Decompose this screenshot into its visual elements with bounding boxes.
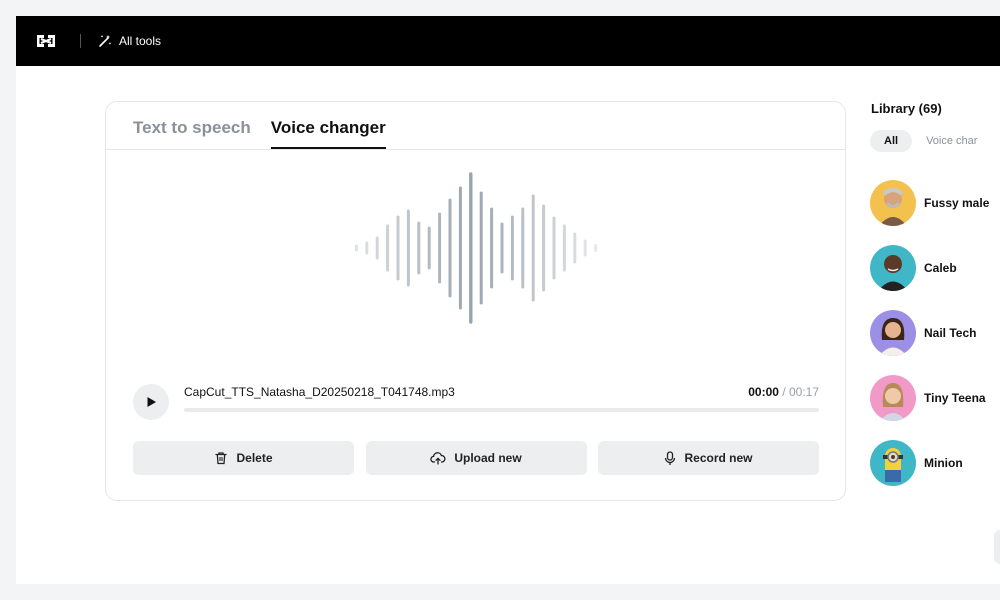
play-icon (147, 397, 156, 407)
voice-name: Nail Tech (924, 325, 977, 340)
voice-item[interactable]: Tiny Teena (870, 365, 1000, 430)
upload-new-button[interactable]: Upload new (365, 441, 587, 475)
action-buttons: Delete Upload new Record new (133, 441, 819, 475)
library-filters: All Voice char (870, 130, 1000, 152)
trash-icon (215, 452, 228, 465)
upload-new-label: Upload new (454, 451, 522, 465)
top-bar: All tools (16, 16, 1000, 66)
audio-waveform (354, 172, 598, 324)
playback-time: 00:00 / 00:17 (748, 385, 819, 399)
side-toggle-button[interactable] (994, 530, 1000, 564)
tab-voice-changer[interactable]: Voice changer (270, 118, 386, 149)
audio-player: CapCut_TTS_Natasha_D20250218_T041748.mp3… (133, 382, 819, 422)
current-time: 00:00 (748, 385, 779, 399)
audio-file-name: CapCut_TTS_Natasha_D20250218_T041748.mp3 (184, 385, 455, 399)
record-new-button[interactable]: Record new (598, 441, 819, 475)
avatar (870, 179, 916, 226)
voice-item[interactable]: Caleb (870, 235, 1000, 300)
voice-item[interactable]: Nail Tech (870, 300, 1000, 365)
library-title: Library (69) (871, 101, 942, 116)
cloud-upload-icon (430, 452, 446, 465)
voice-name: Fussy male (924, 195, 990, 210)
app-window: All tools Text to speech Voice changer C… (16, 16, 1000, 584)
all-tools-label: All tools (119, 34, 162, 48)
delete-label: Delete (236, 451, 273, 465)
voice-list: Fussy male Caleb Nail Tech Tiny Teena Mi… (870, 170, 1000, 495)
topbar-divider (80, 34, 81, 48)
voice-name: Tiny Teena (924, 390, 986, 405)
avatar (870, 439, 916, 486)
tab-bar: Text to speech Voice changer (106, 102, 845, 150)
voice-panel: Text to speech Voice changer CapCut_TTS_… (105, 101, 846, 501)
filter-all[interactable]: All (870, 130, 913, 152)
all-tools-button[interactable]: All tools (97, 33, 161, 49)
voice-name: Minion (924, 455, 963, 470)
tab-text-to-speech[interactable]: Text to speech (133, 118, 251, 149)
capcut-logo-icon[interactable] (32, 27, 60, 55)
voice-name: Caleb (924, 260, 957, 275)
voice-item[interactable]: Minion (870, 430, 1000, 495)
progress-track[interactable] (184, 408, 819, 412)
avatar (870, 309, 916, 356)
record-new-label: Record new (684, 451, 753, 465)
filter-voice-changer[interactable]: Voice char (912, 130, 991, 152)
time-separator: / (782, 385, 786, 399)
avatar (870, 374, 916, 421)
avatar (870, 244, 916, 291)
magic-wand-icon (97, 33, 113, 49)
delete-button[interactable]: Delete (133, 441, 354, 475)
voice-item[interactable]: Fussy male (870, 170, 1000, 235)
play-button[interactable] (133, 384, 169, 420)
duration: 00:17 (788, 385, 819, 399)
microphone-icon (665, 450, 676, 465)
voice-library: Library (69) All Voice char Fussy male C… (870, 101, 1000, 495)
